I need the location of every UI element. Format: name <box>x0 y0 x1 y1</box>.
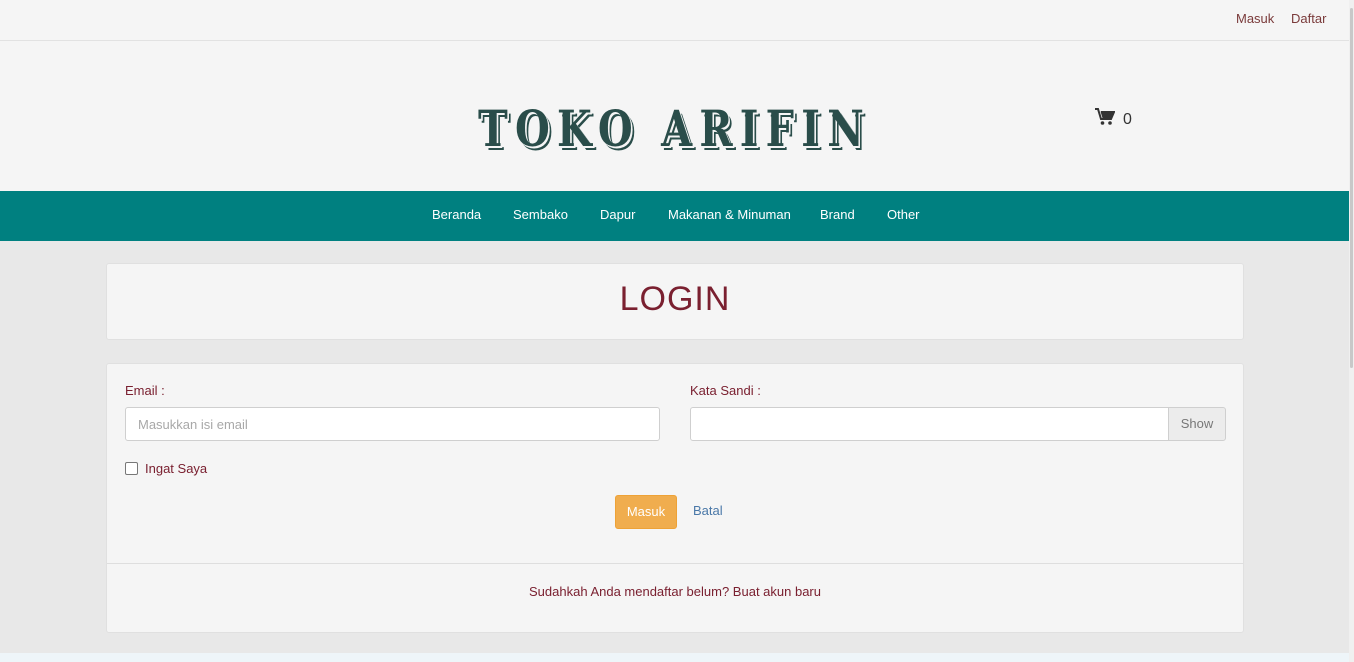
site-header: TOKO ARIFIN 0 <box>0 41 1349 191</box>
nav-item-dapur[interactable]: Dapur <box>600 207 635 222</box>
login-title-panel: LOGIN <box>106 263 1244 340</box>
scrollbar-thumb[interactable] <box>1350 8 1353 368</box>
nav-item-sembako[interactable]: Sembako <box>513 207 568 222</box>
top-bar: Masuk Daftar <box>0 0 1349 41</box>
show-password-button[interactable]: Show <box>1168 407 1226 441</box>
register-link[interactable]: Daftar <box>1291 11 1326 26</box>
nav-item-beranda[interactable]: Beranda <box>432 207 481 222</box>
nav-item-makanan-minuman[interactable]: Makanan & Minuman <box>668 207 791 222</box>
cancel-link[interactable]: Batal <box>693 503 723 518</box>
password-field[interactable] <box>690 407 1169 441</box>
login-form-panel: Email : Kata Sandi : Show Ingat Saya Mas… <box>106 363 1244 633</box>
page-bottom-strip <box>0 653 1349 662</box>
submit-login-button[interactable]: Masuk <box>615 495 677 529</box>
remember-me-label: Ingat Saya <box>145 461 208 476</box>
password-label: Kata Sandi : <box>690 383 761 398</box>
remember-me-checkbox[interactable]: Ingat Saya <box>125 461 207 476</box>
register-prompt-link[interactable]: Sudahkah Anda mendaftar belum? Buat akun… <box>107 584 1243 599</box>
cart-button[interactable]: 0 <box>1095 108 1132 131</box>
form-footer: Sudahkah Anda mendaftar belum? Buat akun… <box>107 563 1243 632</box>
checkbox-icon[interactable] <box>125 462 138 475</box>
nav-item-brand[interactable]: Brand <box>820 207 855 222</box>
shopping-cart-icon <box>1095 108 1116 131</box>
login-link[interactable]: Masuk <box>1236 11 1274 26</box>
main-nav: Beranda Sembako Dapur Makanan & Minuman … <box>0 191 1349 241</box>
vertical-scrollbar[interactable] <box>1349 0 1354 662</box>
brand-logo[interactable]: TOKO ARIFIN <box>135 99 1214 158</box>
email-label: Email : <box>125 383 165 398</box>
cart-count: 0 <box>1123 110 1132 128</box>
page-title: LOGIN <box>619 280 731 318</box>
nav-item-other[interactable]: Other <box>887 207 920 222</box>
email-field[interactable] <box>125 407 660 441</box>
